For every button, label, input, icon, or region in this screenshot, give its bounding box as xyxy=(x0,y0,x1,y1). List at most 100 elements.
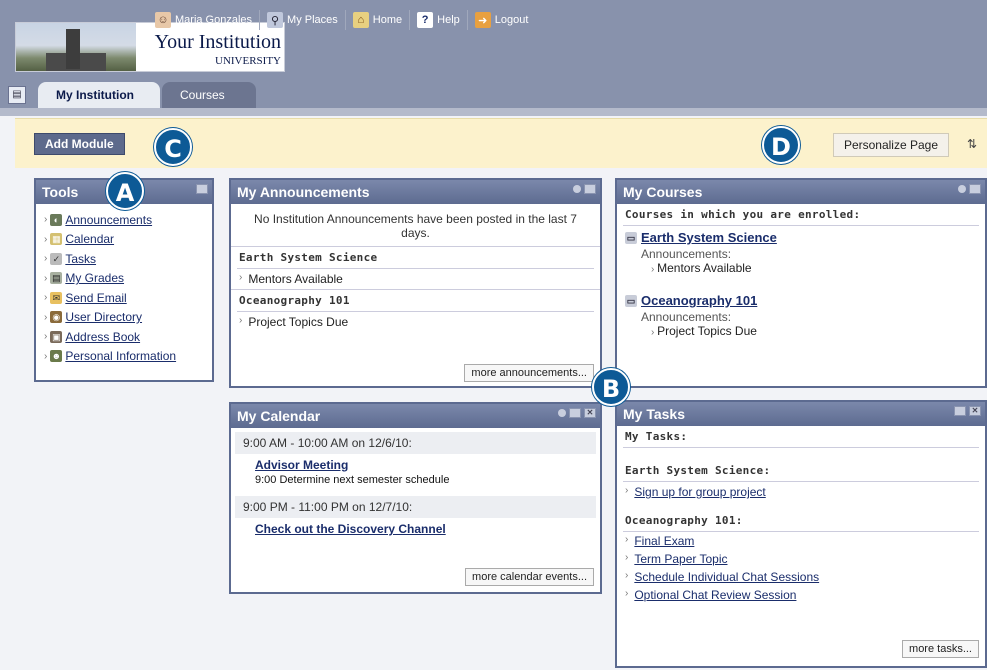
directory-icon: ◉ xyxy=(50,311,63,324)
logout-icon: ➜ xyxy=(474,12,491,28)
my-places-label: My Places xyxy=(287,14,338,26)
tasks-course-1: Earth System Science: xyxy=(625,464,771,477)
tab-my-institution[interactable]: My Institution xyxy=(38,82,160,108)
more-calendar-events-button[interactable]: more calendar events... xyxy=(465,568,594,586)
announcement-item-label: Project Topics Due xyxy=(248,315,349,329)
course-announcements-label: Announcements: xyxy=(641,247,732,261)
tool-item-my-grades: › ▤ My Grades xyxy=(44,271,125,286)
course-icon: ▭ xyxy=(625,294,637,307)
task-link[interactable]: Sign up for group project xyxy=(634,485,765,499)
my-grades-link[interactable]: My Grades xyxy=(65,271,124,285)
task-link[interactable]: Final Exam xyxy=(634,534,694,548)
minimize-icon[interactable] xyxy=(584,184,596,194)
courses-subtitle: Courses in which you are enrolled: xyxy=(625,208,861,221)
task-link[interactable]: Term Paper Topic xyxy=(634,552,727,566)
calendar-title: My Calendar xyxy=(237,408,321,424)
tool-item-tasks: › ✓ Tasks xyxy=(44,251,97,266)
announcement-item[interactable]: › Project Topics Due xyxy=(231,312,600,332)
home-icon: ⌂ xyxy=(352,12,369,28)
announcements-empty-message: No Institution Announcements have been p… xyxy=(254,212,577,240)
course-announcement-item[interactable]: › Project Topics Due xyxy=(617,324,985,338)
close-icon[interactable]: ✕ xyxy=(969,406,981,416)
task-link[interactable]: Optional Chat Review Session xyxy=(634,588,796,602)
minimize-icon[interactable] xyxy=(954,406,966,416)
minimize-icon[interactable] xyxy=(569,408,581,418)
user-name: Maria Gonzales xyxy=(175,14,253,26)
tool-item-calendar: › ▦ Calendar xyxy=(44,232,115,247)
places-icon: ⚲ xyxy=(267,12,284,28)
settings-icon[interactable] xyxy=(958,185,966,193)
logout-link[interactable]: ➜ Logout xyxy=(468,10,536,30)
tools-list: › ◐ Announcements › ▦ Calendar › ✓ Tasks › ▤ My … xyxy=(36,204,212,372)
send-email-link[interactable]: Send Email xyxy=(65,291,126,305)
task-link[interactable]: Schedule Individual Chat Sessions xyxy=(634,570,819,584)
logo-subtitle: UNIVERSITY xyxy=(215,55,281,67)
announcements-module-header: My Announcements xyxy=(231,180,600,204)
tasks-title: My Tasks xyxy=(623,406,685,422)
badge-b: B xyxy=(592,368,630,406)
more-tasks-button[interactable]: more tasks... xyxy=(902,640,979,658)
home-link[interactable]: ⌂ Home xyxy=(346,10,411,30)
courses-module: My Courses Courses in which you are enro… xyxy=(615,178,987,388)
tool-item-announcements: › ◐ Announcements xyxy=(44,212,153,227)
announcements-icon: ◐ xyxy=(50,213,63,226)
settings-icon[interactable] xyxy=(558,409,566,417)
courses-module-header: My Courses xyxy=(617,180,985,204)
minimize-icon[interactable] xyxy=(196,184,208,194)
campus-image xyxy=(16,23,136,71)
course-icon: ▭ xyxy=(625,231,637,244)
personal-info-icon: ☻ xyxy=(50,350,63,363)
personalize-page-button[interactable]: Personalize Page xyxy=(832,133,949,157)
tab-courses[interactable]: Courses xyxy=(162,82,256,108)
logout-label: Logout xyxy=(494,14,529,26)
course-link[interactable]: Oceanography 101 xyxy=(641,293,757,308)
close-icon[interactable]: ✕ xyxy=(584,408,596,418)
calendar-event-link[interactable]: Advisor Meeting xyxy=(255,458,348,472)
announcements-title: My Announcements xyxy=(237,184,370,200)
tool-item-send-email: › ✉ Send Email xyxy=(44,290,127,305)
logo-title: Your Institution xyxy=(154,31,281,53)
address-book-icon: ▣ xyxy=(50,330,63,343)
calendar-event-link[interactable]: Check out the Discovery Channel xyxy=(255,522,446,536)
tasks-icon: ✓ xyxy=(50,252,63,265)
calendar-date-1: 9:00 AM - 10:00 AM on 12/6/10: xyxy=(235,432,596,454)
courses-title: My Courses xyxy=(623,184,703,200)
badge-d: D xyxy=(762,126,800,164)
reorder-icon[interactable]: ⇅ xyxy=(967,137,977,151)
email-icon: ✉ xyxy=(50,291,63,304)
announcement-item[interactable]: › Mentors Available xyxy=(231,269,600,289)
announcement-item-label: Mentors Available xyxy=(248,272,343,286)
announcements-link[interactable]: Announcements xyxy=(65,213,152,227)
address-book-link[interactable]: Address Book xyxy=(65,330,140,344)
user-directory-link[interactable]: User Directory xyxy=(65,310,142,324)
tab-bar: ▤ My Institution Courses xyxy=(0,80,987,108)
course-announcement-text: Mentors Available xyxy=(657,261,752,275)
calendar-icon: ▦ xyxy=(50,233,63,246)
tasks-link[interactable]: Tasks xyxy=(65,252,96,266)
personal-info-link[interactable]: Personal Information xyxy=(65,349,176,363)
tool-item-user-directory: › ◉ User Directory xyxy=(44,310,143,325)
calendar-date-2: 9:00 PM - 11:00 PM on 12/7/10: xyxy=(235,496,596,518)
more-announcements-button[interactable]: more announcements... xyxy=(464,364,594,382)
content-top-border xyxy=(0,108,987,116)
calendar-module-header: My Calendar ✕ xyxy=(231,404,600,428)
add-module-button[interactable]: Add Module xyxy=(34,133,125,155)
course-link[interactable]: Earth System Science xyxy=(641,230,777,245)
minimize-icon[interactable] xyxy=(969,184,981,194)
tasks-module: My Tasks ✕ My Tasks: Earth System Scienc… xyxy=(615,400,987,668)
course-announcement-item[interactable]: › Mentors Available xyxy=(617,261,985,275)
home-label: Home xyxy=(372,14,403,26)
tab-menu-icon[interactable]: ▤ xyxy=(8,86,26,104)
user-avatar-icon: ☺ xyxy=(155,12,171,28)
grades-icon: ▤ xyxy=(50,272,63,285)
tasks-module-header: My Tasks ✕ xyxy=(617,402,985,426)
my-places-link[interactable]: ⚲ My Places xyxy=(260,10,346,30)
settings-icon[interactable] xyxy=(573,185,581,193)
help-link[interactable]: ? Help xyxy=(410,10,468,30)
course-announcements-label: Announcements: xyxy=(641,310,732,324)
calendar-link[interactable]: Calendar xyxy=(65,232,114,246)
announcements-module: My Announcements No Institution Announce… xyxy=(229,178,602,388)
announcements-course-2: Oceanography 101 xyxy=(231,289,600,311)
user-name-link[interactable]: ☺ Maria Gonzales xyxy=(148,10,261,30)
calendar-event-detail: 9:00 Determine next semester schedule xyxy=(255,474,450,486)
